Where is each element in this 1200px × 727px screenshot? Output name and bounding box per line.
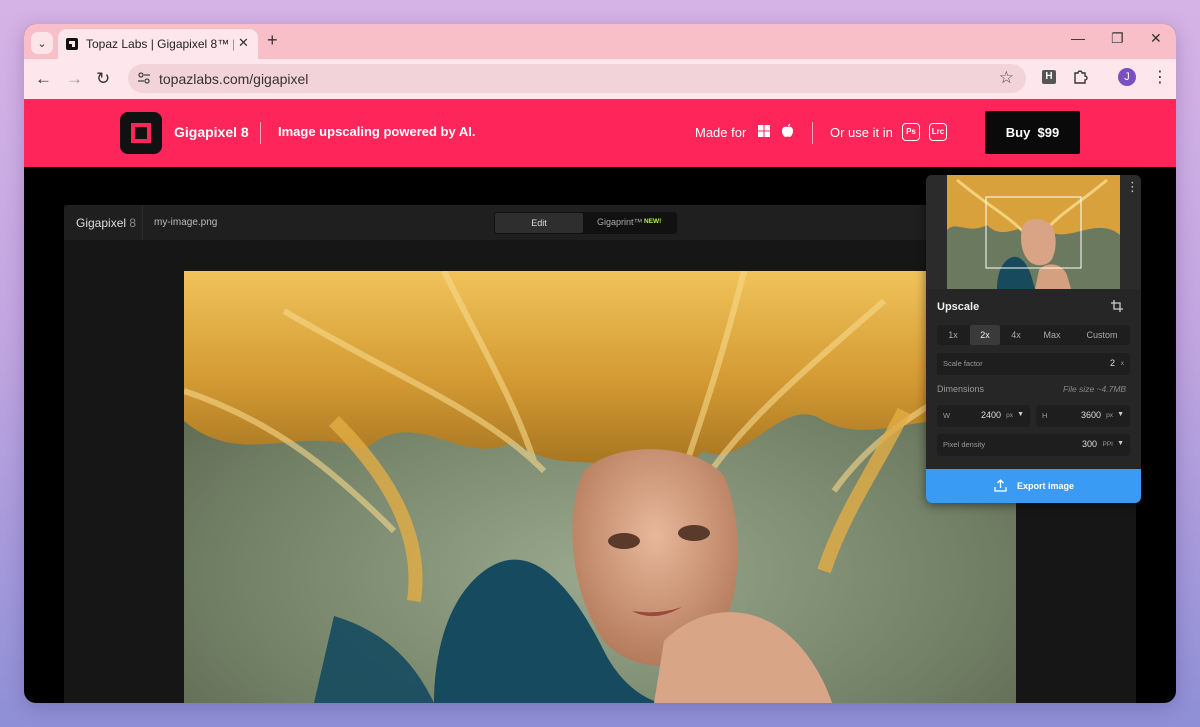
chevron-down-icon: ⌄ (37, 37, 47, 50)
topaz-logo[interactable] (120, 112, 162, 154)
scale-factor-field[interactable]: Scale factor 2 x (937, 353, 1130, 375)
restore-button[interactable]: ❐ (1111, 30, 1124, 47)
tab-active[interactable]: Topaz Labs | Gigapixel 8™ | Sup ✕ (58, 29, 258, 59)
app-brand-name: Gigapixel (76, 216, 127, 230)
browser-toolbar: ← → ↻ topazlabs.com/gigapixel ☆ H J ⋮ (24, 59, 1176, 99)
scale-factor-label: Scale factor (943, 359, 983, 368)
app-brand: Gigapixel 8 (76, 216, 136, 230)
pixel-density-unit: PPI (1102, 441, 1113, 448)
export-image-button[interactable]: Export image (926, 469, 1141, 503)
scale-factor-value: 2 (1109, 358, 1115, 368)
extensions-puzzle-icon[interactable] (1072, 67, 1090, 85)
url-text: topazlabs.com/gigapixel (159, 71, 309, 87)
height-field[interactable]: H 3600 px ▼ (1036, 405, 1130, 427)
navigator: ⋮ (926, 175, 1141, 289)
product-name: Gigapixel 8 (174, 124, 249, 140)
export-image-label: Export image (1017, 481, 1075, 491)
tagline: Image upscaling powered by AI. (278, 124, 476, 139)
tab-gigaprint[interactable]: Gigaprint™ (597, 217, 643, 227)
height-value: 3600 (1080, 410, 1101, 420)
made-for-label: Made for (695, 125, 747, 140)
filename: my-image.png (154, 217, 218, 228)
close-tab-icon[interactable]: ✕ (238, 35, 249, 51)
upload-icon (994, 479, 1007, 492)
new-tab-button[interactable]: + (267, 30, 278, 51)
width-unit-dropdown-icon[interactable]: ▼ (1017, 411, 1024, 418)
pixel-density-value: 300 (1081, 439, 1097, 449)
lightroom-classic-icon: Lrc (929, 123, 947, 141)
browser-menu-icon[interactable]: ⋮ (1152, 67, 1168, 87)
upscale-panel: ⋮ Upscale 1x 2x 4x Max Custom Scale fact… (926, 175, 1141, 503)
site-settings-icon[interactable] (137, 71, 151, 85)
height-unit: px (1106, 412, 1113, 419)
bookmark-star-icon[interactable]: ☆ (999, 68, 1014, 88)
site-header: Gigapixel 8 Image upscaling powered by A… (24, 99, 1176, 167)
scale-option-custom[interactable]: Custom (1077, 325, 1127, 345)
new-badge: NEW! (644, 218, 662, 225)
scale-option-2x[interactable]: 2x (970, 325, 1000, 345)
portrait-photo (184, 271, 1016, 703)
buy-button-label: Buy $99 (1005, 125, 1060, 140)
scale-option-max[interactable]: Max (1035, 325, 1069, 345)
app-version: 8 (129, 216, 137, 230)
header-divider-2 (812, 122, 813, 144)
width-label: W (943, 411, 951, 420)
forward-button[interactable]: → (66, 69, 83, 89)
profile-avatar[interactable]: J (1118, 68, 1136, 86)
extension-h-icon[interactable]: H (1042, 70, 1056, 84)
close-window-button[interactable]: ✕ (1150, 30, 1162, 47)
browser-window: ⌄ Topaz Labs | Gigapixel 8™ | Sup ✕ + — … (24, 24, 1176, 703)
crop-icon[interactable] (1111, 300, 1123, 312)
height-unit-dropdown-icon[interactable]: ▼ (1117, 411, 1124, 418)
scale-option-1x[interactable]: 1x (937, 325, 969, 345)
panel-title: Upscale (937, 301, 980, 313)
or-use-label: Or use it in (830, 125, 893, 140)
tab-title: Topaz Labs | Gigapixel 8™ | Sup (86, 37, 234, 51)
dimensions-label: Dimensions (937, 384, 985, 394)
photoshop-icon: Ps (902, 123, 920, 141)
file-size: File size ~4.7MB (1063, 384, 1127, 394)
more-options-icon[interactable]: ⋮ (1126, 179, 1139, 195)
tab-strip: ⌄ Topaz Labs | Gigapixel 8™ | Sup ✕ + — … (24, 24, 1176, 59)
pixel-density-dropdown-icon[interactable]: ▼ (1117, 440, 1124, 447)
pixel-density-label: Pixel density (943, 440, 986, 449)
width-field[interactable]: W 2400 px ▼ (937, 405, 1030, 427)
back-button[interactable]: ← (35, 69, 52, 89)
address-bar[interactable]: topazlabs.com/gigapixel ☆ (128, 64, 1026, 93)
pixel-density-field[interactable]: Pixel density 300 PPI ▼ (937, 434, 1130, 456)
scale-options: 1x 2x 4x Max Custom (937, 325, 1130, 345)
mode-switcher: Edit Gigaprint™ NEW! (494, 212, 677, 234)
tab-edit[interactable]: Edit (495, 213, 583, 233)
minimize-button[interactable]: — (1071, 30, 1085, 46)
width-value: 2400 (980, 410, 1001, 420)
reload-button[interactable]: ↻ (96, 69, 110, 89)
topaz-favicon-icon (66, 38, 78, 50)
header-divider (260, 122, 261, 144)
windows-icon (758, 125, 770, 137)
navigator-thumbnail[interactable] (947, 175, 1120, 289)
scale-option-4x[interactable]: 4x (1001, 325, 1031, 345)
appbar-divider (142, 205, 143, 240)
width-unit: px (1006, 412, 1013, 419)
height-label: H (1042, 411, 1048, 420)
apple-icon (782, 123, 793, 137)
buy-button[interactable]: Buy $99 (985, 111, 1080, 154)
scale-factor-unit: x (1120, 360, 1124, 367)
tab-search-button[interactable]: ⌄ (31, 32, 53, 54)
